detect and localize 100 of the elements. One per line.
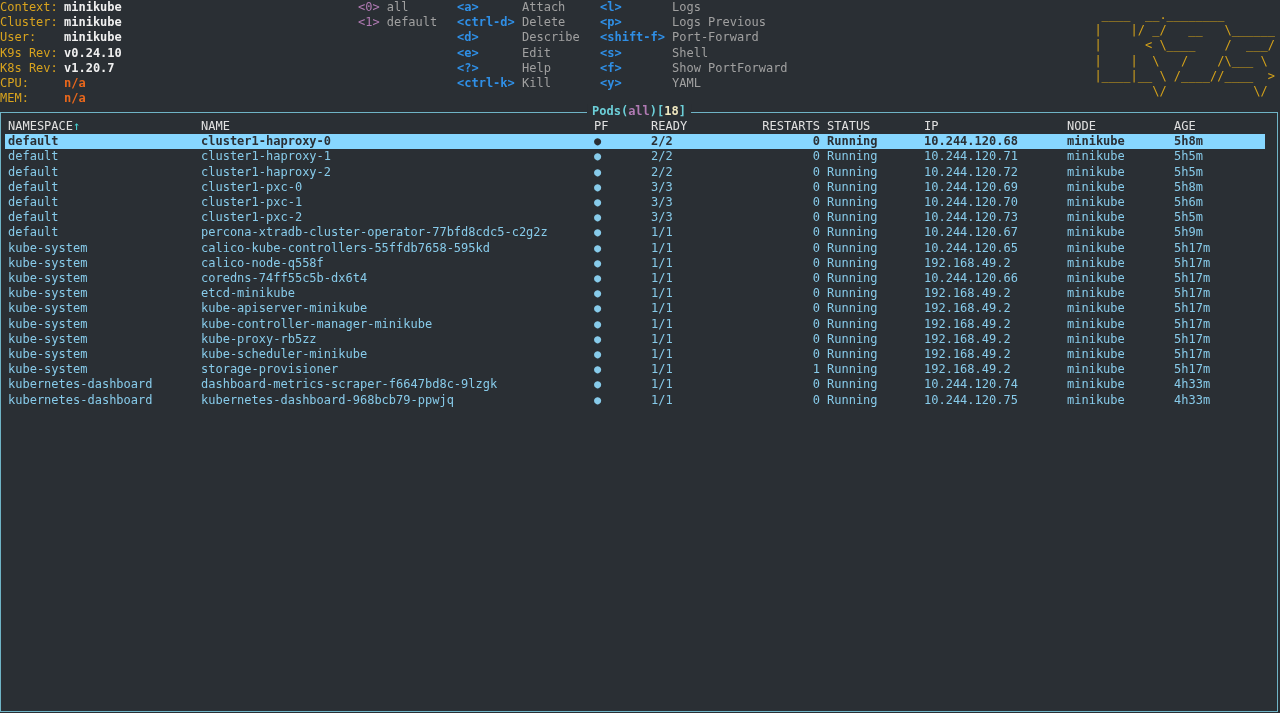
info-value: v1.20.7 (64, 60, 115, 75)
table-cell-text: Running (826, 271, 879, 287)
table-cell-text: 1/1 (650, 331, 674, 348)
shortcut-key[interactable]: <l> (600, 0, 672, 16)
shortcut-key[interactable]: <ctrl-k> (457, 76, 522, 92)
table-cell-text: ● (593, 210, 603, 226)
table-cell-text: 1/1 (650, 377, 674, 393)
table-cell-text: Running (826, 392, 879, 408)
table-cell-text: 192.168.49.2 (923, 286, 1012, 302)
table-cell-text: minikube (1066, 195, 1126, 211)
table-cell-text: minikube (1066, 362, 1126, 378)
table-cell-text: ● (593, 240, 603, 256)
table-cell-text: default (7, 210, 60, 226)
table-cell-text: ● (593, 286, 603, 302)
table-row[interactable]: kube-system kube-proxy-rb5zz ● 1/1 0 Running 192.168.49.2 minikube 5h17m (5, 331, 1265, 348)
table-cell-text: 0 (811, 286, 820, 302)
table-cell-text: ● (593, 134, 603, 150)
table-cell-text: default (7, 149, 60, 165)
shortcut-key[interactable]: <e> (457, 45, 522, 61)
shortcut-label: Describe (522, 30, 581, 46)
table-cell-text: 10.244.120.66 (923, 271, 1019, 287)
column-header: NAMESPACE↑ (7, 119, 82, 135)
table-cell-text: 0 (811, 392, 820, 408)
table-row[interactable]: kube-system calico-kube-controllers-55ffdb7658-595kd ● 1/1 0 Running 10.244.120.65 minikube 5h17m (5, 240, 1265, 256)
table-cell-text: 1/1 (650, 225, 674, 241)
table-cell-text: 5h5m (1173, 149, 1204, 165)
table-cell-text: ● (593, 392, 603, 408)
table-cell-text: cluster1-pxc-2 (200, 210, 304, 226)
table-cell-text: 3/3 (650, 210, 674, 226)
table-cell-text: Running (826, 134, 879, 150)
table-cell-text: minikube (1066, 149, 1126, 165)
table-cell-text: 2/2 (650, 149, 674, 165)
table-cell-text: ● (593, 316, 603, 332)
shortcut-label: Attach (522, 0, 567, 16)
table-row[interactable]: kube-system kube-scheduler-minikube ● 1/1 0 Running 192.168.49.2 minikube 5h17m (5, 347, 1265, 363)
shortcut-key[interactable]: <shift-f> (600, 30, 672, 46)
table-cell-text: 10.244.120.74 (923, 377, 1019, 393)
table-cell-text: kube-system (7, 286, 89, 302)
table-cell-text: kube-proxy-rb5zz (200, 331, 318, 348)
table-cell-text: 1/1 (650, 255, 674, 272)
table-cell-text: Running (826, 195, 879, 211)
table-cell-text: 5h17m (1173, 255, 1212, 272)
table-row[interactable]: default cluster1-pxc-1 ● 3/3 0 Running 10.244.120.70 minikube 5h6m (5, 195, 1265, 211)
info-value: n/a (64, 91, 86, 106)
table-cell-text: 5h17m (1173, 240, 1212, 256)
table-cell-text: cluster1-haproxy-0 (200, 134, 333, 150)
table-cell-text: 1/1 (650, 286, 674, 302)
shortcut-key[interactable]: <s> (600, 45, 672, 61)
shortcut-key[interactable]: <f> (600, 60, 672, 76)
table-cell-text: calico-node-q558f (200, 255, 325, 272)
table-row[interactable]: default cluster1-haproxy-2 ● 2/2 0 Running 10.244.120.72 minikube 5h5m (5, 164, 1265, 180)
table-cell-text: Running (826, 240, 879, 256)
shortcut-key[interactable]: <?> (457, 60, 522, 76)
table-cell-text: 3/3 (650, 179, 674, 195)
table-row[interactable]: kube-system kube-apiserver-minikube ● 1/1 0 Running 192.168.49.2 minikube 5h17m (5, 301, 1265, 317)
table-row[interactable]: kube-system calico-node-q558f ● 1/1 0 Running 192.168.49.2 minikube 5h17m (5, 255, 1265, 272)
table-cell-text: kube-controller-manager-minikube (200, 316, 434, 332)
column-header: PF (593, 119, 610, 135)
table-row[interactable]: kube-system kube-controller-manager-minikube ● 1/1 0 Running 192.168.49.2 minikube 5h17m (5, 316, 1265, 332)
table-cell-text: 1 (811, 362, 820, 378)
k9s-ascii-logo: ____ __.________ | |/ _/ __ \______ | < \____ / ___/ | | \ / /\___ \ |____|__ \ /____//____ > \/ \/ (1094, 8, 1275, 100)
shortcut-key[interactable]: <ctrl-d> (457, 15, 522, 31)
table-cell-text: 5h8m (1173, 134, 1204, 150)
table-cell-text: 10.244.120.70 (923, 195, 1019, 211)
table-row[interactable]: kube-system etcd-minikube ● 1/1 0 Running 192.168.49.2 minikube 5h17m (5, 286, 1265, 302)
table-cell-text: 0 (811, 179, 820, 195)
table-row[interactable]: default percona-xtradb-cluster-operator-77bfd8cdc5-c2g2z ● 1/1 0 Running 10.244.120.67 minikube 5h9m (5, 225, 1265, 241)
table-cell-text: ● (593, 149, 603, 165)
namespace-shortcut-key[interactable]: <0> (358, 0, 380, 14)
shortcut-label: Port-Forward (672, 30, 760, 46)
table-cell-text: 0 (811, 347, 820, 363)
table-cell-text: minikube (1066, 240, 1126, 256)
shortcut-key[interactable]: <y> (600, 76, 672, 92)
shortcut-key[interactable]: <p> (600, 15, 672, 31)
table-cell-text: Running (826, 255, 879, 272)
table-row[interactable]: default cluster1-pxc-2 ● 3/3 0 Running 10.244.120.73 minikube 5h5m (5, 210, 1265, 226)
table-row[interactable]: default cluster1-pxc-0 ● 3/3 0 Running 10.244.120.69 minikube 5h8m (5, 179, 1265, 195)
shortcut-key[interactable]: <d> (457, 30, 522, 46)
table-cell-text: 0 (811, 316, 820, 332)
table-cell-text: 2/2 (650, 134, 674, 150)
table-cell-text: kube-system (7, 271, 89, 287)
table-cell-text: 5h17m (1173, 362, 1212, 378)
table-row[interactable]: kube-system coredns-74ff55c5b-dx6t4 ● 1/1 0 Running 10.244.120.66 minikube 5h17m (5, 271, 1265, 287)
table-row[interactable]: default cluster1-haproxy-0 ● 2/2 0 Running 10.244.120.68 minikube 5h8m (5, 134, 1265, 150)
table-cell-text: 10.244.120.67 (923, 225, 1019, 241)
table-cell-text: kube-scheduler-minikube (200, 347, 369, 363)
table-row[interactable]: kubernetes-dashboard kubernetes-dashboard-968bcb79-ppwjq ● 1/1 0 Running 10.244.120.75 minikube 4h33m (5, 392, 1265, 408)
table-cell-text: kube-system (7, 331, 89, 348)
table-row[interactable]: kubernetes-dashboard dashboard-metrics-scraper-f6647bd8c-9lzgk ● 1/1 0 Running 10.244.120.74 minikube 4h33m (5, 377, 1265, 393)
table-cell-text: 0 (811, 377, 820, 393)
shortcut-key[interactable]: <a> (457, 0, 522, 16)
table-cell-text: 10.244.120.69 (923, 179, 1019, 195)
table-cell-text: 0 (811, 164, 820, 180)
table-cell-text: 0 (811, 255, 820, 272)
table-row[interactable]: default cluster1-haproxy-1 ● 2/2 0 Running 10.244.120.71 minikube 5h5m (5, 149, 1265, 165)
table-cell-text: 5h6m (1173, 195, 1204, 211)
table-cell-text: kube-system (7, 301, 89, 317)
table-row[interactable]: kube-system storage-provisioner ● 1/1 1 Running 192.168.49.2 minikube 5h17m (5, 362, 1265, 378)
namespace-shortcut-key[interactable]: <1> (358, 15, 380, 30)
table-cell-text: minikube (1066, 301, 1126, 317)
